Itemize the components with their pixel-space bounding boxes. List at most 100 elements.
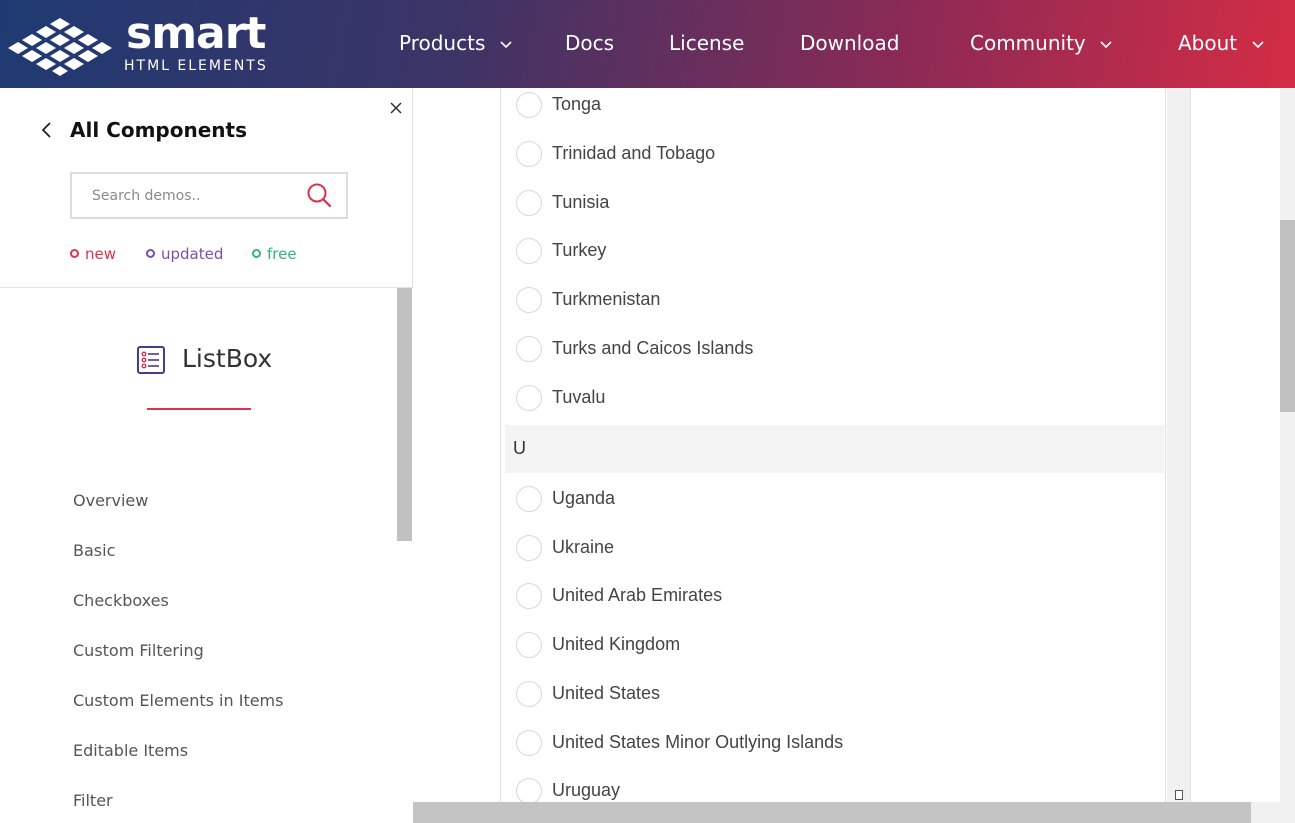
list-item-label: Tunisia bbox=[552, 192, 610, 212]
list-item[interactable]: United States Minor Outlying Islands bbox=[501, 726, 1165, 775]
list-item[interactable]: United States bbox=[501, 677, 1165, 726]
chevron-down-icon bbox=[1100, 40, 1112, 48]
list-item[interactable]: Turkmenistan bbox=[501, 283, 1165, 332]
demo-link-custom-elements[interactable]: Custom Elements in Items bbox=[73, 691, 283, 710]
list-item-label: Turks and Caicos Islands bbox=[552, 338, 754, 358]
legend-free-label: free bbox=[267, 245, 297, 263]
chevron-left-icon[interactable] bbox=[40, 121, 54, 139]
component-title: ListBox bbox=[182, 344, 273, 373]
legend-updated[interactable]: updated bbox=[146, 245, 223, 263]
nav-about-label: About bbox=[1178, 31, 1238, 55]
list-item[interactable]: Trinidad and Tobago bbox=[501, 137, 1165, 186]
logo-diamonds-icon bbox=[8, 18, 112, 76]
resize-handle[interactable] bbox=[1175, 790, 1183, 800]
title-underline bbox=[147, 408, 251, 410]
list-item-label: Turkmenistan bbox=[552, 289, 661, 309]
nav-license[interactable]: License bbox=[669, 31, 744, 55]
list-item[interactable]: United Kingdom bbox=[501, 628, 1165, 677]
site-header: smart HTML ELEMENTS Products Docs Licens… bbox=[0, 0, 1295, 88]
listbox-icon bbox=[137, 346, 165, 374]
radio-button[interactable] bbox=[516, 238, 542, 264]
radio-button[interactable] bbox=[516, 486, 542, 512]
list-item[interactable]: Ukraine bbox=[501, 531, 1165, 580]
nav-about[interactable]: About bbox=[1178, 31, 1264, 55]
radio-button[interactable] bbox=[516, 92, 542, 118]
new-dot-icon bbox=[70, 249, 79, 258]
all-components-link[interactable]: All Components bbox=[70, 118, 247, 142]
list-item-label: United Arab Emirates bbox=[552, 585, 723, 605]
updated-dot-icon bbox=[146, 249, 155, 258]
list-item-label: Uganda bbox=[552, 488, 616, 508]
list-item-label: Ukraine bbox=[552, 537, 615, 557]
group-header-label: U bbox=[513, 438, 526, 458]
list-item-label: Tonga bbox=[552, 94, 602, 114]
radio-button[interactable] bbox=[516, 730, 542, 756]
list-item[interactable]: Uganda bbox=[501, 482, 1165, 531]
radio-button[interactable] bbox=[516, 141, 542, 167]
radio-button[interactable] bbox=[516, 287, 542, 313]
legend-new-label: new bbox=[85, 245, 117, 263]
nav-docs[interactable]: Docs bbox=[565, 31, 614, 55]
free-dot-icon bbox=[252, 249, 261, 258]
demo-link-custom-filtering[interactable]: Custom Filtering bbox=[73, 641, 204, 660]
radio-button[interactable] bbox=[516, 583, 542, 609]
demo-list-panel: ListBox Overview Basic Checkboxes Custom… bbox=[0, 287, 413, 823]
radio-button[interactable] bbox=[516, 385, 542, 411]
nav-license-label: License bbox=[669, 31, 745, 55]
list-item[interactable]: United Arab Emirates bbox=[501, 579, 1165, 628]
search-box bbox=[70, 172, 348, 219]
demo-link-overview[interactable]: Overview bbox=[73, 491, 148, 510]
list-item-label: Trinidad and Tobago bbox=[552, 143, 716, 163]
listbox-scrollbar[interactable] bbox=[1167, 88, 1190, 802]
logo-subtitle: HTML ELEMENTS bbox=[124, 58, 268, 74]
group-header: U bbox=[505, 425, 1164, 473]
list-item[interactable]: Uruguay bbox=[501, 774, 1165, 802]
page-scroll-thumb[interactable] bbox=[1280, 220, 1295, 412]
list-item-label: Tuvalu bbox=[552, 387, 606, 407]
nav-products[interactable]: Products bbox=[399, 31, 512, 55]
nav-download[interactable]: Download bbox=[800, 31, 899, 55]
chevron-down-icon bbox=[1251, 40, 1264, 48]
radio-button[interactable] bbox=[516, 535, 542, 561]
nav-community[interactable]: Community bbox=[970, 31, 1112, 55]
demo-gutter bbox=[413, 88, 500, 802]
sidebar: All Components new updated free ListBox … bbox=[0, 88, 413, 823]
demo-link-basic[interactable]: Basic bbox=[73, 541, 115, 560]
list-item-label: United Kingdom bbox=[552, 634, 681, 654]
legend-free[interactable]: free bbox=[252, 245, 297, 263]
list-item-label: Turkey bbox=[552, 240, 607, 260]
demo-link-checkboxes[interactable]: Checkboxes bbox=[73, 591, 169, 610]
demo-link-filter[interactable]: Filter bbox=[73, 791, 113, 810]
radio-button[interactable] bbox=[516, 778, 542, 802]
search-icon[interactable] bbox=[306, 182, 332, 208]
nav-community-label: Community bbox=[970, 31, 1086, 55]
list-item[interactable]: Turkey bbox=[501, 234, 1165, 283]
horizontal-scrollbar[interactable] bbox=[413, 802, 1251, 823]
legend-new[interactable]: new bbox=[70, 245, 116, 263]
demo-viewport: Tonga Trinidad and Tobago Tunisia Turkey… bbox=[413, 88, 1295, 823]
legend-updated-label: updated bbox=[161, 245, 224, 263]
scrollbar-corner bbox=[1251, 802, 1295, 823]
close-icon[interactable] bbox=[388, 100, 404, 116]
nav-products-label: Products bbox=[399, 31, 486, 55]
smart-logo[interactable]: smart HTML ELEMENTS bbox=[6, 8, 296, 76]
chevron-down-icon bbox=[500, 40, 512, 48]
search-input[interactable] bbox=[92, 186, 292, 206]
nav-download-label: Download bbox=[800, 31, 900, 55]
demo-link-editable-items[interactable]: Editable Items bbox=[73, 741, 188, 760]
nav-docs-label: Docs bbox=[565, 31, 615, 55]
list-item[interactable]: Tunisia bbox=[501, 186, 1165, 235]
logo-wordmark: smart bbox=[126, 8, 266, 59]
list-item[interactable]: Tonga bbox=[501, 88, 1165, 137]
radio-button[interactable] bbox=[516, 632, 542, 658]
radio-button[interactable] bbox=[516, 681, 542, 707]
country-listbox[interactable]: Tonga Trinidad and Tobago Tunisia Turkey… bbox=[500, 88, 1166, 802]
radio-button[interactable] bbox=[516, 190, 542, 216]
page-scrollbar[interactable] bbox=[1280, 88, 1295, 823]
demo-list-scroll-thumb[interactable] bbox=[397, 288, 412, 541]
right-pane bbox=[1190, 88, 1280, 802]
radio-button[interactable] bbox=[516, 336, 542, 362]
list-item-label: Uruguay bbox=[552, 780, 621, 800]
list-item[interactable]: Tuvalu bbox=[501, 381, 1165, 430]
list-item[interactable]: Turks and Caicos Islands bbox=[501, 332, 1165, 381]
